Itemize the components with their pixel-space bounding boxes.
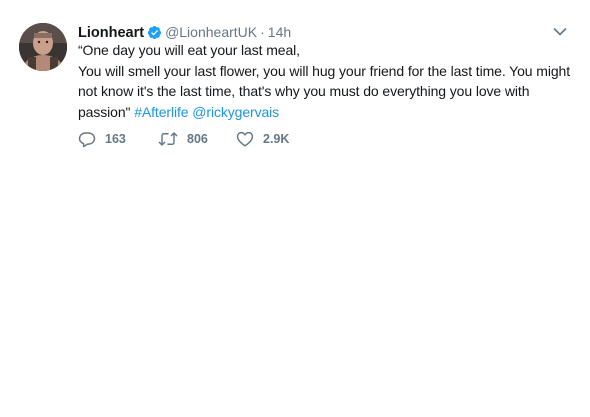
reply-icon	[78, 132, 96, 148]
tweet-text-line: “One day you will eat your last meal,	[78, 42, 300, 58]
tweet-text-line: passion" #Afterlife @rickygervais	[78, 102, 578, 123]
mention-link[interactable]: @rickygervais	[192, 104, 279, 120]
page: Lionheart @LionheartUK · 14h “One day you w…	[0, 0, 590, 417]
chevron-down-icon[interactable]	[553, 27, 567, 37]
tweet-text: “One day you will eat your last meal, Yo…	[78, 40, 578, 122]
heart-icon	[236, 131, 254, 147]
display-name[interactable]: Lionheart	[78, 25, 144, 41]
reply-button[interactable]: 163	[78, 129, 126, 149]
retweet-count: 806	[187, 132, 208, 146]
tweet-header: Lionheart @LionheartUK · 14h	[78, 22, 291, 42]
avatar[interactable]	[19, 23, 67, 71]
tweet-actions: 163 806 2.9K	[78, 129, 338, 149]
like-button[interactable]: 2.9K	[236, 129, 289, 149]
tweet-text-line: not know it's the last time, that's why …	[78, 83, 530, 99]
retweet-button[interactable]: 806	[158, 129, 208, 149]
hashtag-link[interactable]: #Afterlife	[134, 104, 188, 120]
user-handle[interactable]: @LionheartUK	[165, 24, 257, 40]
avatar-photo	[19, 23, 67, 71]
like-count: 2.9K	[263, 132, 290, 146]
tweet-card[interactable]: Lionheart @LionheartUK · 14h “One day you w…	[0, 0, 590, 160]
separator-dot: ·	[260, 24, 265, 40]
retweet-icon	[158, 132, 178, 146]
tweet-text-line: You will smell your last flower, you wil…	[78, 62, 571, 79]
reply-count: 163	[105, 132, 126, 146]
tweet-time[interactable]: 14h	[268, 24, 291, 40]
tweet-text-fragment: passion"	[78, 103, 135, 120]
